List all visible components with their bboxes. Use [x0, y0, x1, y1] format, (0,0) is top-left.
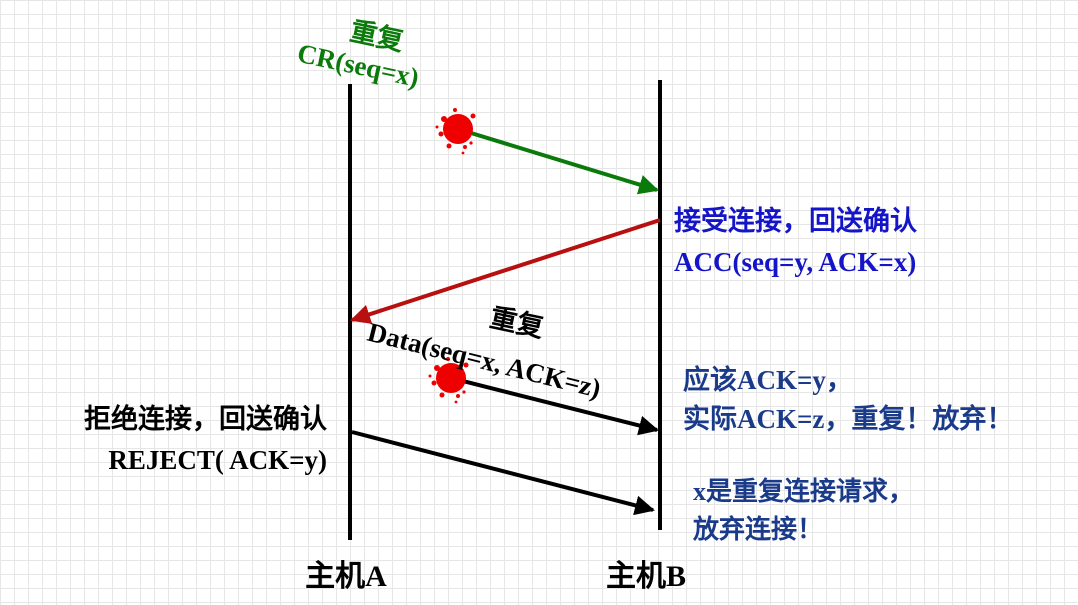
data-duplicate-tag: 重复 [487, 302, 547, 343]
reject-message-label: REJECT( ACK=y) [108, 445, 327, 475]
acc-note-line1: 接受连接，回送确认 [674, 205, 917, 236]
expected-ack-note: 应该ACK=y， [683, 364, 853, 395]
host-b-label: 主机B [606, 560, 686, 593]
cr-delay-burst-icon [435, 108, 476, 155]
host-a-label: 主机A [305, 560, 387, 593]
acc-message-label: ACC(seq=y, ACK=x) [674, 247, 916, 277]
duplicate-request-note: x是重复连接请求， [693, 477, 914, 506]
cr-arrow [457, 127, 659, 195]
abandon-connection-note: 放弃连接！ [692, 514, 823, 544]
reject-note-line1: 拒绝连接，回送确认 [84, 403, 327, 434]
diagram-canvas: 重复 CR(seq=x) 接受连接，回送确认 ACC(seq=y, ACK=x)… [84, 16, 1013, 593]
data-message-label: Data(seq=x, ACK=z) [365, 317, 604, 404]
timing-diagram: 重复 CR(seq=x) 接受连接，回送确认 ACC(seq=y, ACK=x)… [0, 0, 1078, 605]
reject-arrow [351, 430, 655, 516]
actual-ack-note: 实际ACK=z，重复！放弃！ [683, 403, 1013, 434]
